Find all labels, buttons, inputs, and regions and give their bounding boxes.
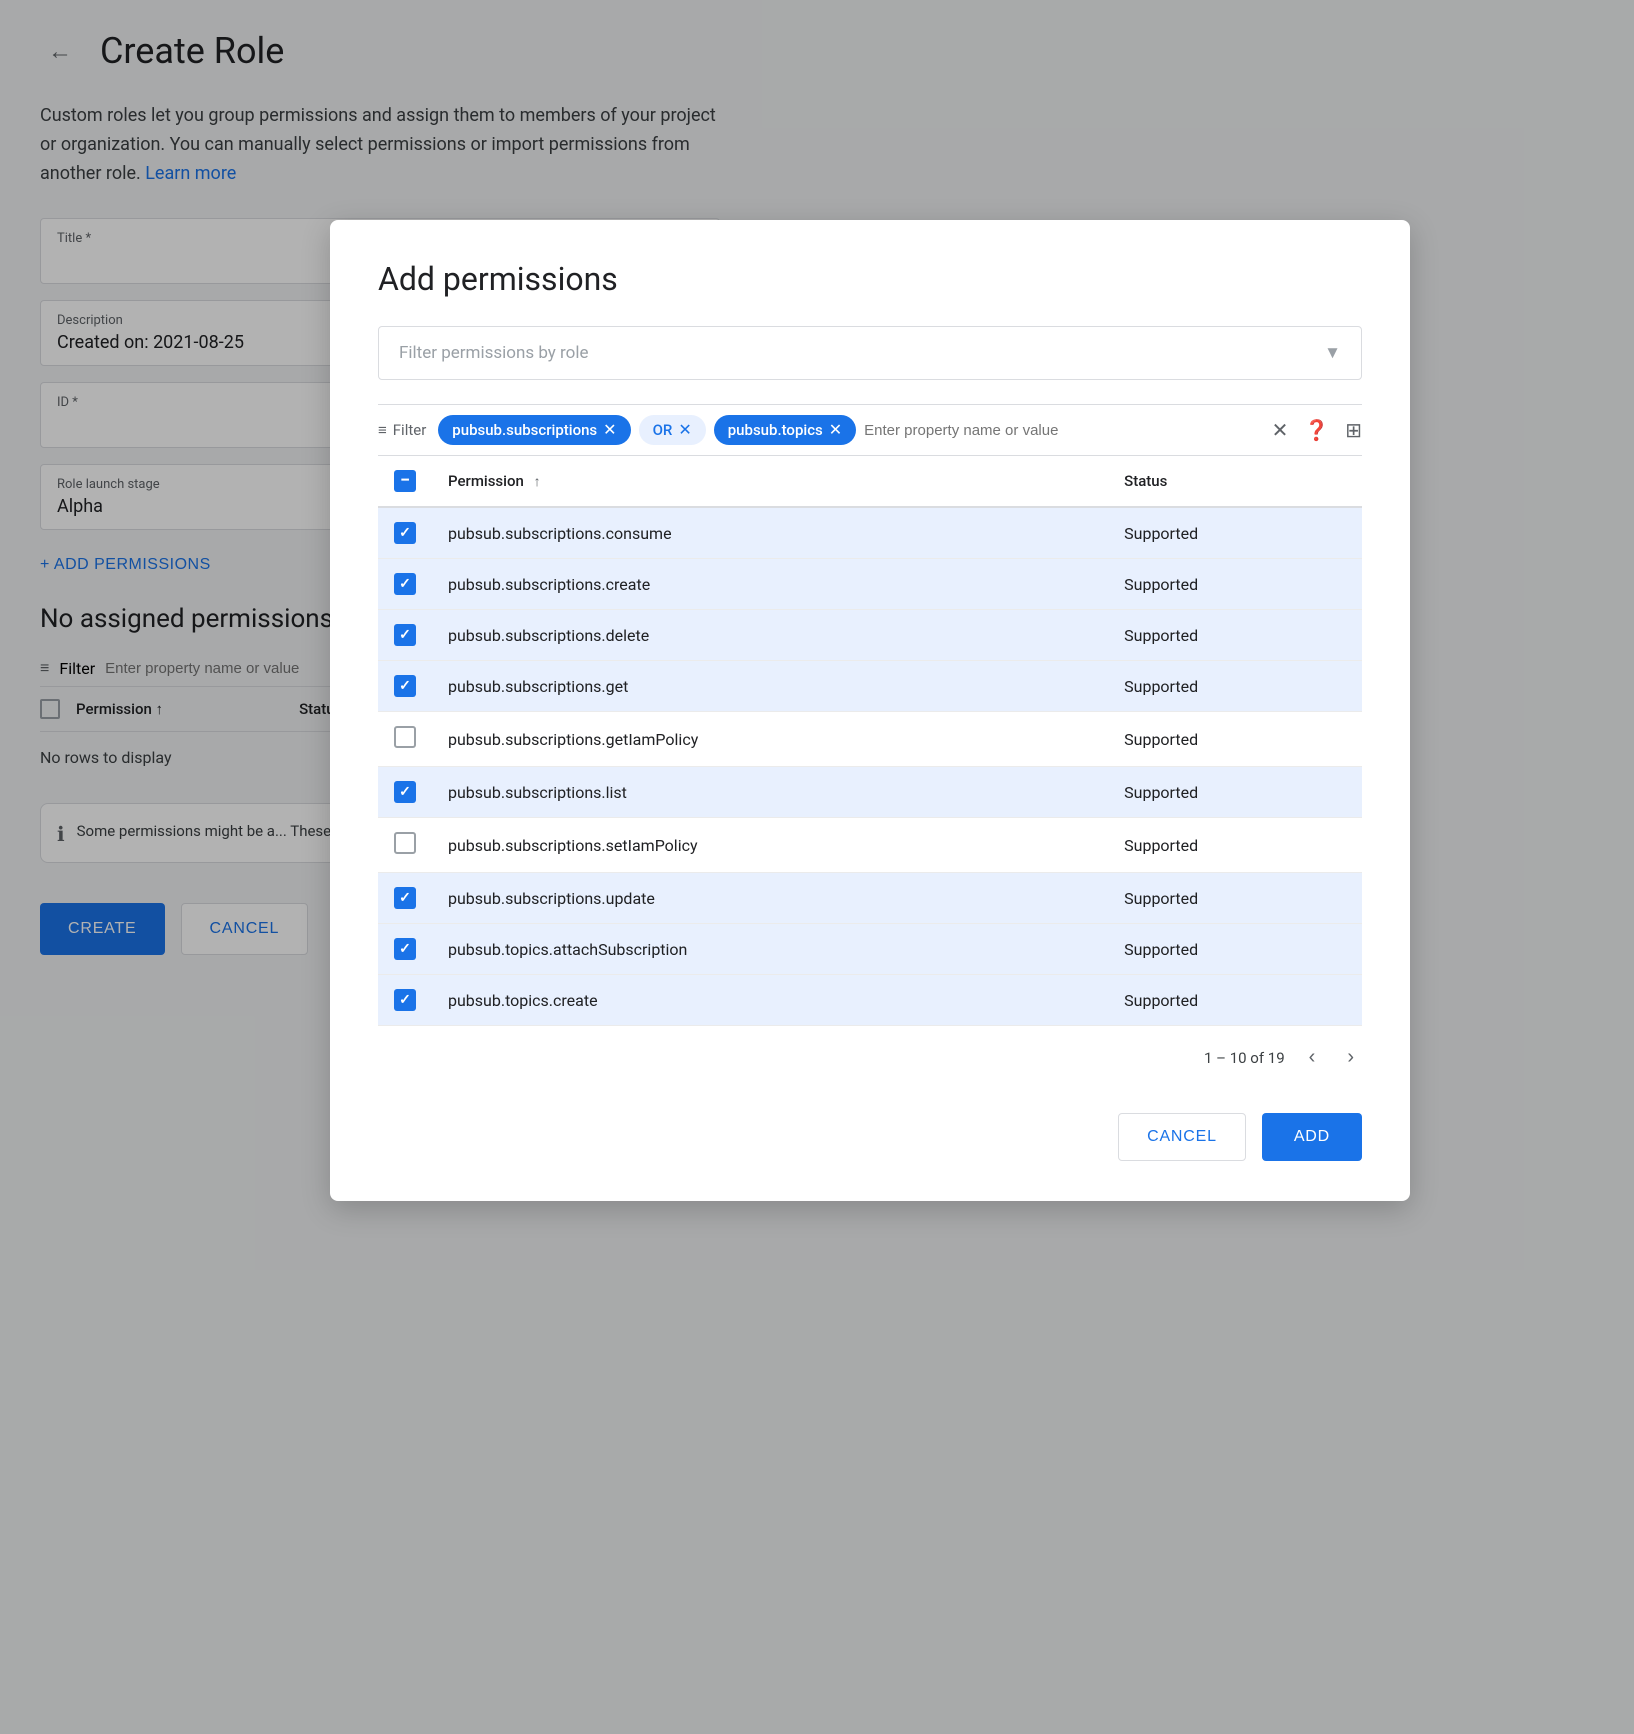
dialog-add-button[interactable]: ADD [1262,1113,1362,1161]
permission-status: Supported [1108,924,1362,975]
add-permissions-dialog: Add permissions Filter permissions by ro… [330,220,1410,1201]
permission-status: Supported [1108,610,1362,661]
dialog-filter-input[interactable] [864,422,1263,439]
row-checkbox[interactable] [394,726,416,748]
filter-text: Filter [393,421,427,439]
pagination-row: 1 – 10 of 19 ‹ › [378,1026,1362,1089]
filter-role-placeholder: Filter permissions by role [399,343,589,363]
row-checkbox[interactable]: ✓ [394,938,416,960]
filter-role-dropdown[interactable]: Filter permissions by role ▼ [378,326,1362,380]
chip-label: pubsub.subscriptions [452,421,597,439]
dropdown-chevron-icon: ▼ [1324,343,1341,363]
row-checkbox-cell [378,818,432,873]
table-row: ✓ pubsub.subscriptions.deleteSupported [378,610,1362,661]
row-checkbox-cell: ✓ [378,767,432,818]
permissions-table: − Permission ↑ Status ✓ pubsub.subscripti… [378,456,1362,1026]
permission-name: pubsub.subscriptions.get [432,661,1108,712]
row-checkbox-cell: ✓ [378,975,432,1026]
chip-or-close-icon[interactable]: ✕ [678,422,691,438]
select-all-th: − [378,456,432,507]
row-checkbox[interactable]: ✓ [394,989,416,1011]
chip-pubsub-topics: pubsub.topics ✕ [714,415,856,445]
clear-filter-button[interactable]: ✕ [1272,418,1289,443]
chip-or: OR ✕ [639,415,706,445]
columns-button[interactable]: ⊞ [1345,418,1362,443]
row-checkbox[interactable] [394,832,416,854]
help-button[interactable]: ❓ [1304,418,1329,443]
permission-name: pubsub.topics.attachSubscription [432,924,1108,975]
row-checkbox-cell: ✓ [378,507,432,559]
dialog-title: Add permissions [378,260,1362,298]
row-checkbox[interactable]: ✓ [394,624,416,646]
permission-status: Supported [1108,712,1362,767]
permission-name: pubsub.subscriptions.getIamPolicy [432,712,1108,767]
select-all-checkbox[interactable]: − [394,470,416,492]
chip-pubsub-subscriptions: pubsub.subscriptions ✕ [438,415,630,445]
row-checkbox[interactable]: ✓ [394,675,416,697]
permission-status: Supported [1108,975,1362,1026]
row-checkbox-cell: ✓ [378,559,432,610]
row-checkbox-cell: ✓ [378,873,432,924]
chip-close-icon[interactable]: ✕ [603,422,616,438]
table-row: pubsub.subscriptions.setIamPolicySupport… [378,818,1362,873]
permission-status: Supported [1108,559,1362,610]
row-checkbox-cell [378,712,432,767]
next-page-button[interactable]: › [1339,1042,1362,1073]
table-row: ✓ pubsub.subscriptions.updateSupported [378,873,1362,924]
table-row: ✓ pubsub.subscriptions.listSupported [378,767,1362,818]
table-row: ✓ pubsub.topics.createSupported [378,975,1362,1026]
row-checkbox[interactable]: ✓ [394,522,416,544]
permission-status: Supported [1108,818,1362,873]
permission-name: pubsub.subscriptions.delete [432,610,1108,661]
pagination-text: 1 – 10 of 19 [1204,1049,1285,1067]
permission-name: pubsub.subscriptions.setIamPolicy [432,818,1108,873]
row-checkbox[interactable]: ✓ [394,887,416,909]
permission-name: pubsub.subscriptions.update [432,873,1108,924]
chip-topics-label: pubsub.topics [728,421,823,439]
row-checkbox-cell: ✓ [378,661,432,712]
prev-page-button[interactable]: ‹ [1301,1042,1324,1073]
chip-topics-close-icon[interactable]: ✕ [829,422,842,438]
permission-name: pubsub.topics.create [432,975,1108,1026]
filter-chips-row: ≡ Filter pubsub.subscriptions ✕ OR ✕ pub… [378,404,1362,456]
table-header-row: − Permission ↑ Status [378,456,1362,507]
chip-or-label: OR [653,421,673,439]
permission-name: pubsub.subscriptions.list [432,767,1108,818]
filter-lines-icon: ≡ [378,421,387,439]
row-checkbox[interactable]: ✓ [394,781,416,803]
sort-icon: ↑ [534,473,541,490]
table-row: pubsub.subscriptions.getIamPolicySupport… [378,712,1362,767]
permission-name: pubsub.subscriptions.consume [432,507,1108,559]
row-checkbox-cell: ✓ [378,924,432,975]
table-row: ✓ pubsub.subscriptions.getSupported [378,661,1362,712]
permission-status: Supported [1108,507,1362,559]
permission-status: Supported [1108,873,1362,924]
table-row: ✓ pubsub.subscriptions.createSupported [378,559,1362,610]
dialog-cancel-button[interactable]: CANCEL [1118,1113,1246,1161]
row-checkbox-cell: ✓ [378,610,432,661]
permission-status: Supported [1108,767,1362,818]
permission-header[interactable]: Permission ↑ [432,456,1108,507]
table-row: ✓ pubsub.topics.attachSubscriptionSupport… [378,924,1362,975]
dialog-footer: CANCEL ADD [378,1089,1362,1161]
status-header: Status [1108,456,1362,507]
permission-name: pubsub.subscriptions.create [432,559,1108,610]
filter-label: ≡ Filter [378,421,426,439]
row-checkbox[interactable]: ✓ [394,573,416,595]
permission-status: Supported [1108,661,1362,712]
filter-actions: ✕ ❓ ⊞ [1272,418,1362,443]
table-row: ✓ pubsub.subscriptions.consumeSupported [378,507,1362,559]
